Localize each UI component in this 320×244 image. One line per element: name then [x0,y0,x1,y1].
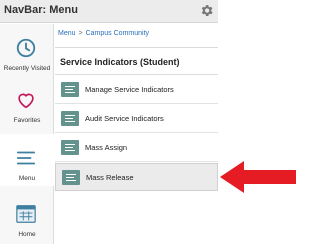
rail-item-recently-visited[interactable]: Recently Visited [0,24,54,76]
breadcrumb-separator: > [78,30,83,37]
divider [55,47,218,48]
menu-panel: Menu > Campus Community Service Indicators… [55,24,218,244]
rail-item-label: Favorites [13,117,41,124]
breadcrumb-current-link[interactable]: Campus Community [86,30,149,37]
menu-item-mass-release[interactable]: Mass Release [55,163,218,191]
menu-item-audit-service-indicators[interactable]: Audit Service Indicators [55,105,218,133]
navbar-rail: Recently Visited Favorites Menu Home [0,24,54,244]
menu-item-label: Manage Service Indicators [85,85,174,94]
menu-item-label: Audit Service Indicators [85,114,164,123]
annotation-arrow-icon [220,161,296,193]
navbar-title: NavBar: Menu [4,4,78,16]
rail-item-favorites[interactable]: Favorites [0,76,54,128]
menu-item-label: Mass Release [86,173,134,182]
rail-item-label: Recently Visited [3,65,51,72]
rail-item-menu[interactable]: Menu [0,134,54,186]
menu-item-label: Mass Assign [85,143,128,152]
rail-item-home[interactable]: Home [0,190,54,242]
rail-item-label: Home [18,231,36,238]
navbar-header: NavBar: Menu [0,0,218,23]
clock-icon [16,38,36,58]
section-title: Service Indicators (Student) [60,57,180,67]
navbar-panel: NavBar: Menu Recently Visited Favorites … [0,0,300,244]
heart-icon [18,93,34,109]
menu-item-mass-assign[interactable]: Mass Assign [55,134,218,162]
gear-icon[interactable] [199,3,214,18]
rail-item-label: Menu [18,175,36,182]
divider [55,74,218,75]
menu-lines-icon [16,151,36,165]
menu-lines-icon [61,140,79,155]
grid-window-icon [16,205,36,223]
menu-lines-icon [61,82,79,97]
breadcrumb: Menu > Campus Community [58,30,149,37]
menu-item-manage-service-indicators[interactable]: Manage Service Indicators [55,76,218,104]
breadcrumb-root-link[interactable]: Menu [58,30,76,37]
menu-lines-icon [61,111,79,126]
menu-lines-icon [62,170,80,185]
